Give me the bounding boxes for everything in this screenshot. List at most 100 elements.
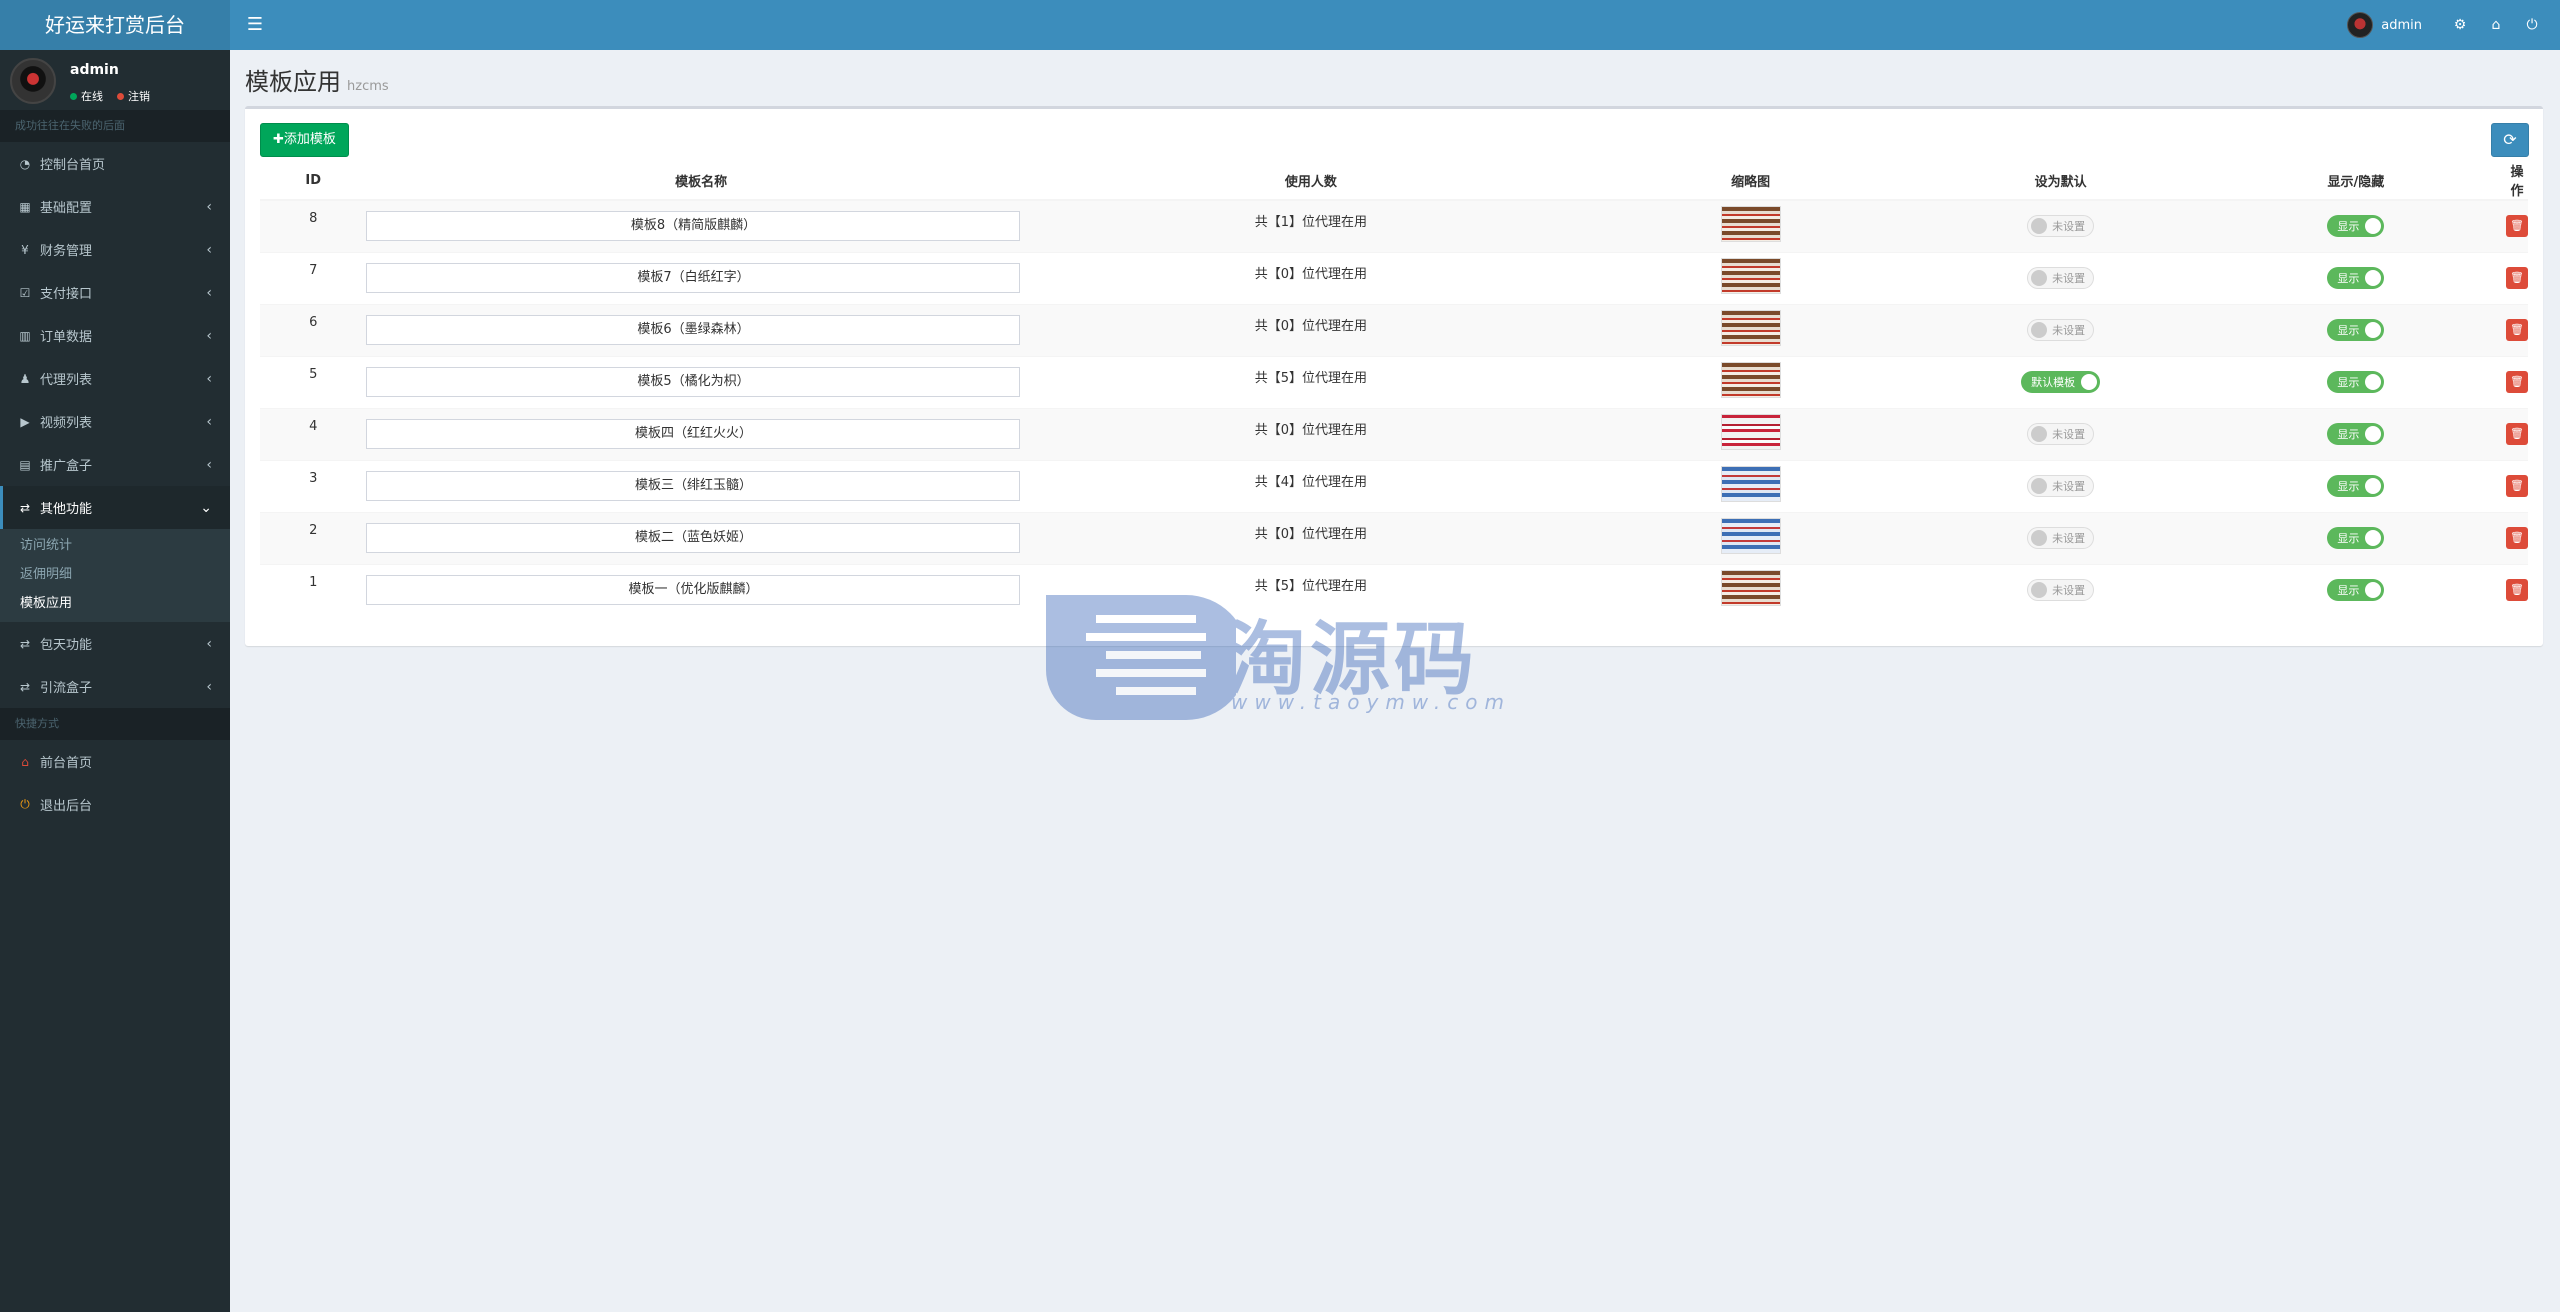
trash-icon[interactable]: 🗑 (2506, 475, 2528, 497)
template-name-input[interactable]: 模板5（橘化为枳） (366, 367, 1021, 397)
template-thumbnail[interactable] (1720, 466, 1781, 502)
trash-icon[interactable]: 🗑 (2506, 527, 2528, 549)
table-row: 8 模板8（精简版麒麟） 共【1】位代理在用 未设置 显示 🗑 (260, 199, 2528, 252)
show-toggle-label: 显示 (2337, 376, 2360, 389)
sidebar-item-payment[interactable]: ☑ 支付接口 ‹ (0, 271, 230, 314)
trash-icon[interactable]: 🗑 (2506, 215, 2528, 238)
set-default-toggle[interactable]: 默认模板 (2021, 371, 2101, 393)
trash-icon[interactable]: 🗑 (2506, 319, 2528, 341)
table-header-row: ID 模板名称 使用人数 缩略图 设为默认 显示/隐藏 操作 (260, 161, 2528, 201)
row-name-cell: 模板一（优化版麒麟） (366, 563, 1036, 616)
show-toggle-label: 显示 (2337, 480, 2360, 493)
logout-link[interactable]: 注销 (117, 88, 150, 104)
sidebar-item-finance[interactable]: ¥ 财务管理 ‹ (0, 228, 230, 271)
power-icon[interactable]: ⏻ (2514, 0, 2550, 50)
show-hide-toggle[interactable]: 显示 (2327, 371, 2385, 393)
template-thumbnail[interactable] (1720, 310, 1781, 346)
sidebar-item-basic-config[interactable]: ▦ 基础配置 ‹ (0, 185, 230, 228)
set-default-toggle[interactable]: 未设置 (2027, 526, 2095, 549)
share-nodes-icon[interactable]: ⚙ (2442, 0, 2478, 50)
refresh-icon[interactable]: ⟳ (2491, 123, 2529, 157)
show-hide-toggle[interactable]: 显示 (2327, 579, 2385, 602)
template-thumbnail[interactable] (1720, 570, 1781, 607)
row-thumb-cell (1585, 511, 1916, 564)
sidebar-item-other[interactable]: ⇄ 其他功能 ⌄ (0, 486, 230, 529)
trash-icon[interactable]: 🗑 (2506, 423, 2528, 445)
default-toggle-label: 未设置 (2052, 219, 2086, 233)
show-hide-toggle[interactable]: 显示 (2327, 423, 2385, 445)
sidebar-item-videos[interactable]: ▶ 视频列表 ‹ (0, 400, 230, 443)
status-online: 在线 (70, 88, 103, 104)
sidebar-item-promo-box[interactable]: ▤ 推广盒子 ‹ (0, 443, 230, 486)
app-logo-title[interactable]: 好运来打赏后台 (0, 0, 230, 50)
shortcut-logout[interactable]: ⏻ 退出后台 (0, 783, 230, 826)
row-thumb-cell (1585, 251, 1916, 304)
sidebar-header-shortcuts: 快捷方式 (0, 708, 230, 740)
set-default-toggle[interactable]: 未设置 (2027, 214, 2095, 237)
sidebar-item-agents[interactable]: ♟ 代理列表 ‹ (0, 357, 230, 400)
col-show-hide: 显示/隐藏 (2205, 161, 2506, 201)
show-hide-toggle[interactable]: 显示 (2327, 475, 2385, 497)
set-default-toggle[interactable]: 未设置 (2027, 474, 2095, 497)
show-hide-toggle[interactable]: 显示 (2327, 267, 2385, 289)
row-id: 6 (260, 303, 367, 356)
sidebar-item-dashboard[interactable]: ◔ 控制台首页 (0, 142, 230, 185)
template-thumbnail[interactable] (1720, 362, 1781, 398)
sidebar-toggle-icon[interactable]: ☰ (242, 12, 268, 38)
user-status: 在线 注销 (70, 88, 150, 104)
template-name-input[interactable]: 模板三（绯红玉髓） (366, 471, 1021, 501)
sidebar-item-traffic-box[interactable]: ⇄ 引流盒子 ‹ (0, 665, 230, 708)
template-name-input[interactable]: 模板6（墨绿森林） (366, 315, 1021, 345)
submenu-item-templates[interactable]: 模板应用 (0, 589, 230, 618)
template-name-input[interactable]: 模板二（蓝色妖姬） (366, 523, 1021, 553)
submenu-other: 访问统计 返佣明细 模板应用 (0, 529, 230, 622)
template-name-input[interactable]: 模板一（优化版麒麟） (366, 575, 1021, 606)
set-default-toggle[interactable]: 未设置 (2027, 318, 2095, 341)
set-default-toggle[interactable]: 未设置 (2027, 578, 2095, 601)
shortcut-frontend-home[interactable]: ⌂ 前台首页 (0, 740, 230, 783)
submenu-item-commission[interactable]: 返佣明细 (0, 560, 230, 589)
set-default-toggle[interactable]: 未设置 (2027, 422, 2095, 445)
show-hide-toggle[interactable]: 显示 (2327, 215, 2385, 238)
show-toggle-label: 显示 (2337, 272, 2360, 285)
chevron-left-icon: ‹ (206, 198, 212, 215)
toggle-knob (2365, 582, 2382, 599)
template-name-input[interactable]: 模板8（精简版麒麟） (366, 211, 1021, 242)
trash-icon[interactable]: 🗑 (2506, 579, 2528, 602)
col-name: 模板名称 (366, 161, 1036, 201)
toggle-knob (2031, 477, 2048, 494)
show-hide-toggle[interactable]: 显示 (2327, 319, 2385, 341)
row-usage: 共【0】位代理在用 (1035, 407, 1586, 460)
trash-icon[interactable]: 🗑 (2506, 267, 2528, 289)
add-template-button[interactable]: ✚添加模板 (260, 123, 349, 157)
row-actions: 🗑 (2506, 199, 2528, 252)
template-thumbnail[interactable] (1720, 258, 1781, 294)
user-menu[interactable]: admin (2347, 12, 2422, 38)
toggle-knob (2031, 425, 2048, 442)
show-hide-toggle[interactable]: 显示 (2327, 527, 2385, 549)
row-show-cell: 显示 (2205, 511, 2506, 564)
page-subtitle: hzcms (347, 79, 389, 94)
template-thumbnail[interactable] (1720, 206, 1781, 243)
template-name-input[interactable]: 模板四（红红火火） (366, 419, 1021, 449)
set-default-toggle[interactable]: 未设置 (2027, 266, 2095, 289)
template-thumbnail[interactable] (1720, 518, 1781, 554)
row-id: 5 (260, 355, 367, 408)
check-square-icon: ☑ (19, 285, 31, 300)
submenu-item-visit-stats[interactable]: 访问统计 (0, 531, 230, 560)
template-thumbnail[interactable] (1720, 414, 1781, 450)
show-toggle-label: 显示 (2337, 584, 2360, 598)
row-default-cell: 未设置 (1915, 251, 2206, 304)
home-icon[interactable]: ⌂ (2478, 0, 2514, 50)
row-show-cell: 显示 (2205, 199, 2506, 252)
chevron-left-icon: ‹ (206, 284, 212, 301)
sidebar-item-orders[interactable]: ▥ 订单数据 ‹ (0, 314, 230, 357)
trash-icon[interactable]: 🗑 (2506, 371, 2528, 393)
row-default-cell: 未设置 (1915, 199, 2206, 252)
sidebar-item-daily[interactable]: ⇄ 包天功能 ‹ (0, 622, 230, 665)
chevron-left-icon: ‹ (206, 678, 212, 695)
row-show-cell: 显示 (2205, 459, 2506, 512)
row-default-cell: 未设置 (1915, 563, 2206, 616)
chevron-left-icon: ‹ (206, 635, 212, 652)
template-name-input[interactable]: 模板7（白纸红字） (366, 263, 1021, 293)
